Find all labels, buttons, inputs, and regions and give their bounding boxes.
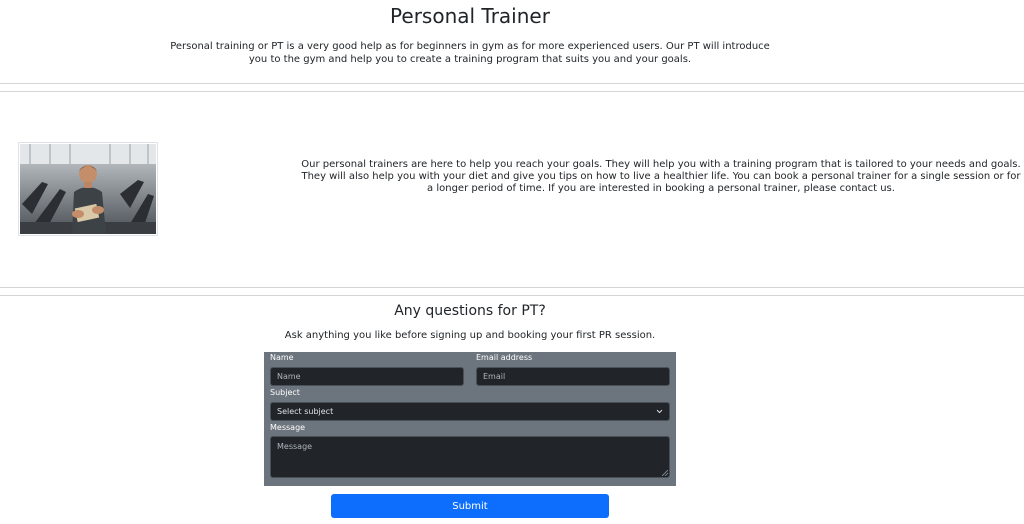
personal-trainer-image bbox=[18, 142, 158, 236]
subject-label: Subject bbox=[270, 388, 300, 397]
about-text: Our personal trainers are here to help y… bbox=[301, 159, 1021, 194]
email-placeholder: Email bbox=[483, 372, 506, 381]
resize-grip-icon[interactable] bbox=[662, 470, 668, 476]
submit-button[interactable]: Submit bbox=[331, 494, 609, 518]
contact-form: Name Name Email address Email Subject Se… bbox=[264, 352, 676, 486]
personal-trainer-photo bbox=[20, 144, 156, 234]
divider bbox=[0, 83, 1024, 84]
intro-text: Personal training or PT is a very good h… bbox=[170, 41, 770, 65]
questions-subtitle: Ask anything you like before signing up … bbox=[284, 330, 656, 341]
email-label: Email address bbox=[476, 353, 533, 362]
message-placeholder: Message bbox=[277, 442, 313, 451]
subject-value: Select subject bbox=[277, 407, 334, 416]
name-input[interactable]: Name bbox=[270, 367, 464, 386]
subject-select[interactable]: Select subject bbox=[270, 402, 670, 421]
name-placeholder: Name bbox=[277, 372, 301, 381]
page-title: Personal Trainer bbox=[390, 4, 550, 28]
questions-title: Any questions for PT? bbox=[394, 303, 546, 319]
message-label: Message bbox=[270, 423, 306, 432]
name-label: Name bbox=[270, 353, 294, 362]
chevron-down-icon bbox=[656, 409, 663, 414]
email-input[interactable]: Email bbox=[476, 367, 670, 386]
divider bbox=[0, 91, 1024, 92]
message-textarea[interactable]: Message bbox=[270, 436, 670, 478]
divider bbox=[0, 295, 1024, 296]
divider bbox=[0, 287, 1024, 288]
